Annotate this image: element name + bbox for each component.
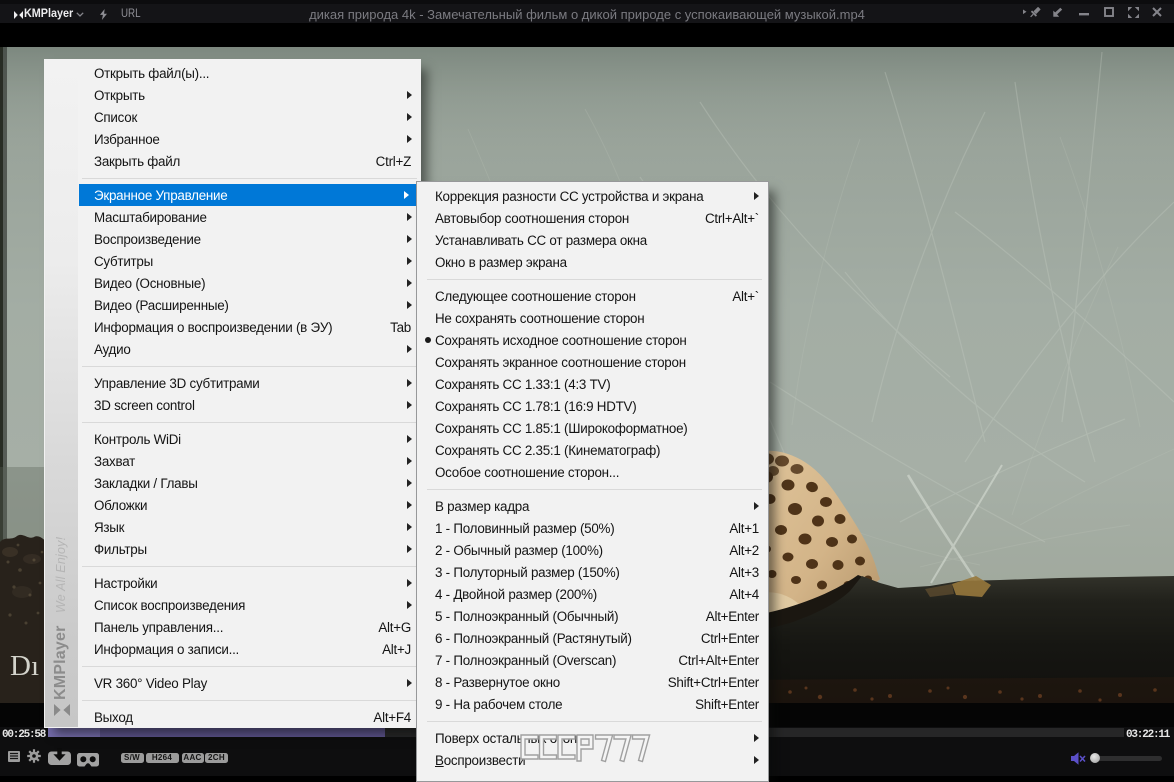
svg-text:Dı: Dı (10, 650, 39, 682)
